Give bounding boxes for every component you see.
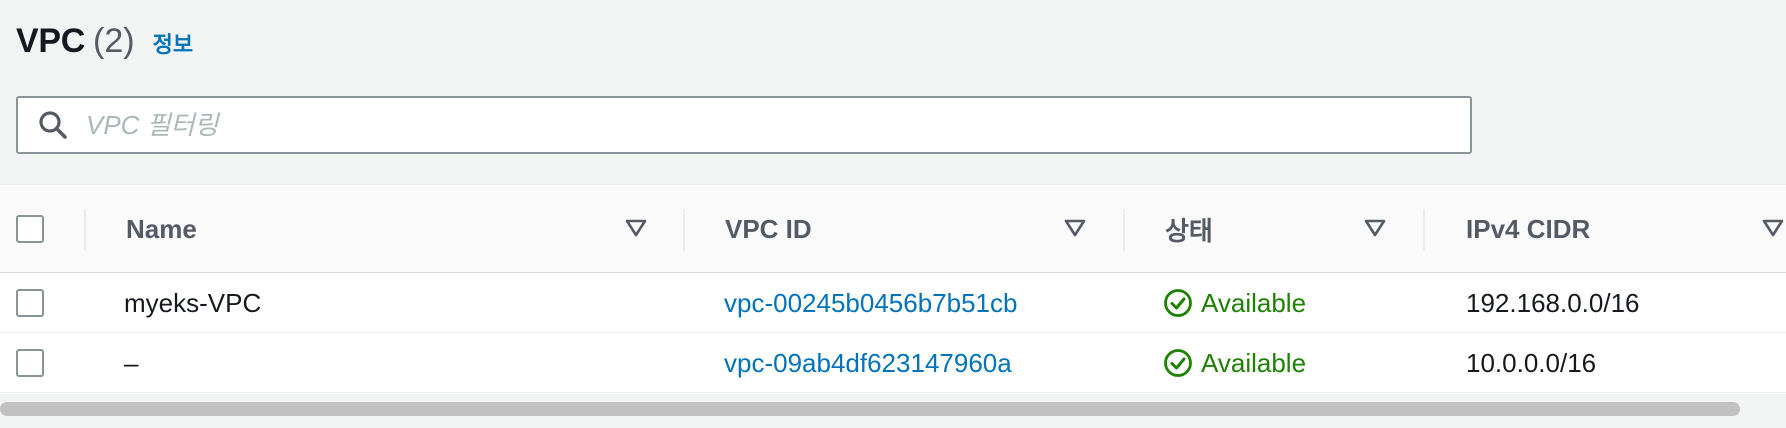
row-checkbox[interactable] [16, 289, 44, 317]
page-title: VPC [16, 22, 86, 60]
caret-down-icon[interactable] [625, 218, 647, 238]
table-row[interactable]: myeks-VPC vpc-00245b0456b7b51cb Availabl… [0, 273, 1786, 333]
column-header-name[interactable]: Name [126, 185, 197, 273]
search-box [16, 96, 1472, 154]
column-divider [1123, 209, 1125, 251]
cell-name: myeks-VPC [124, 287, 262, 318]
column-divider [84, 209, 86, 251]
status-label: Available [1201, 347, 1307, 378]
column-header-vpc-id-label: VPC ID [725, 213, 812, 244]
column-divider [1423, 209, 1425, 251]
column-header-ipv4-cidr-label: IPv4 CIDR [1466, 213, 1591, 244]
page-header: VPC (2) 정보 [16, 22, 193, 61]
vpc-table: Name VPC ID 상태 IPv4 CIDR myeks-VPC vpc-0… [0, 184, 1786, 394]
status-label: Available [1201, 287, 1307, 318]
column-header-status-label: 상태 [1165, 215, 1213, 246]
horizontal-scrollbar-thumb[interactable] [0, 402, 1740, 416]
check-circle-icon [1164, 289, 1192, 317]
cell-vpc-id-link[interactable]: vpc-00245b0456b7b51cb [724, 273, 1017, 333]
table-header: Name VPC ID 상태 IPv4 CIDR [0, 185, 1786, 273]
table-row[interactable]: – vpc-09ab4df623147960a Available 10.0.0… [0, 333, 1786, 393]
vpc-count: (2) [93, 22, 135, 60]
caret-down-icon[interactable] [1762, 218, 1784, 238]
column-header-ipv4-cidr[interactable]: IPv4 CIDR [1466, 185, 1590, 273]
select-all-checkbox[interactable] [16, 215, 44, 243]
column-divider [683, 209, 685, 251]
cell-ipv4-cidr: 192.168.0.0/16 [1466, 287, 1640, 318]
row-checkbox[interactable] [16, 349, 44, 377]
vpc-list-page: VPC (2) 정보 Name VPC ID [0, 0, 1786, 428]
cell-status: Available [1163, 333, 1306, 393]
search-icon [39, 111, 67, 139]
caret-down-icon[interactable] [1064, 218, 1086, 238]
cell-vpc-id-link[interactable]: vpc-09ab4df623147960a [724, 333, 1012, 393]
info-link[interactable]: 정보 [153, 27, 193, 59]
column-header-name-label: Name [126, 213, 197, 244]
column-header-vpc-id[interactable]: VPC ID [725, 185, 812, 273]
vpc-filter-input[interactable] [70, 98, 1470, 152]
column-header-status[interactable]: 상태 [1165, 185, 1213, 273]
caret-down-icon[interactable] [1364, 218, 1386, 238]
cell-status: Available [1163, 273, 1306, 333]
check-circle-icon [1164, 349, 1192, 377]
cell-name: – [124, 347, 139, 378]
cell-ipv4-cidr: 10.0.0.0/16 [1466, 347, 1597, 378]
